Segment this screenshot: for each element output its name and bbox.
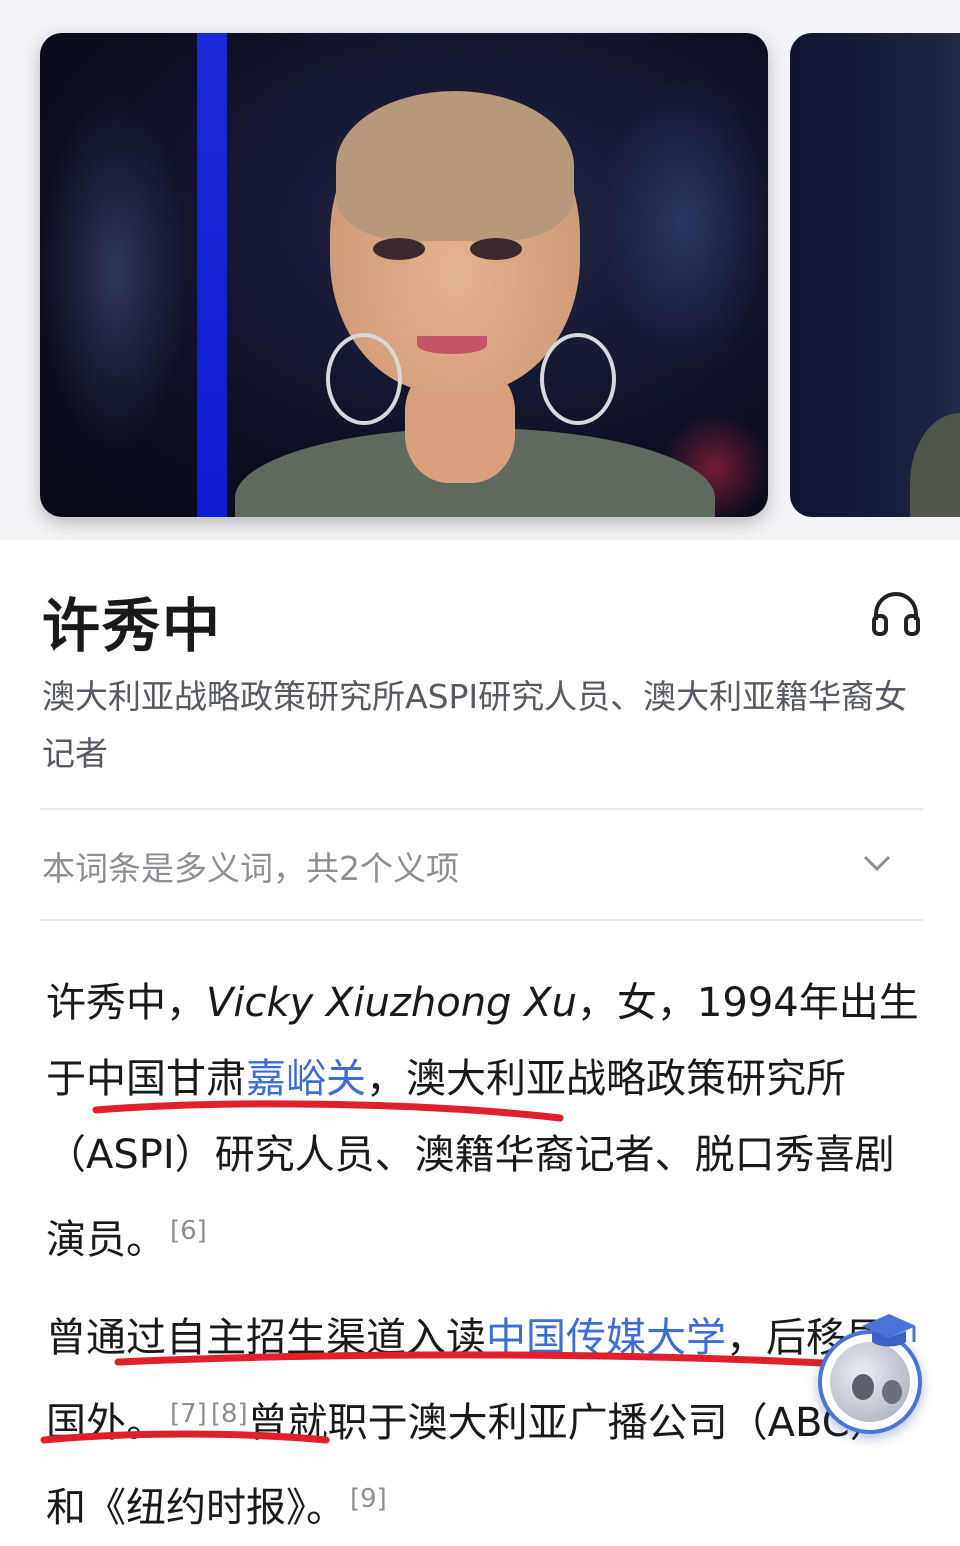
photo-eye xyxy=(470,238,522,260)
link-jiayuguan[interactable]: 嘉峪关 xyxy=(246,1056,366,1102)
citation-ref[interactable]: [6] xyxy=(170,1216,207,1246)
divider xyxy=(40,808,923,810)
gallery-photo-next[interactable] xyxy=(790,33,960,517)
entry-subtitle: 澳大利亚战略政策研究所ASPI研究人员、澳大利亚籍华裔女记者 xyxy=(42,677,908,773)
link-cuc[interactable]: 中国传媒大学 xyxy=(486,1315,726,1361)
photo-mouth xyxy=(417,336,487,354)
paragraph-text: 曾通过自主招生渠道入读 xyxy=(46,1315,486,1361)
photo-background-stripe xyxy=(197,33,227,517)
background-paragraph: 曾通过自主招生渠道入读中国传媒大学，后移居国外。 [7] [8]曾就职于澳大利亚广播… xyxy=(46,1300,921,1546)
gallery-photo-main[interactable] xyxy=(40,33,768,517)
photo-background xyxy=(600,73,768,373)
entry-title: 许秀中 xyxy=(42,592,223,660)
entry-card: 许秀中 澳大利亚战略政策研究所ASPI研究人员、澳大利亚籍华裔女记者 本词条是多… xyxy=(0,540,960,1546)
graduation-cap-icon xyxy=(862,1314,916,1347)
photo-head xyxy=(336,91,574,241)
headphones-icon[interactable] xyxy=(870,588,922,636)
polysemy-notice[interactable]: 本词条是多义词，共2个义项 xyxy=(42,842,459,890)
avatar-figure xyxy=(882,1380,902,1404)
photo-earring xyxy=(326,333,402,425)
intro-paragraph: 许秀中，Vicky Xiuzhong Xu，女，1994年出生于中国甘肃嘉峪关，… xyxy=(46,965,921,1278)
citation-ref[interactable]: [8] xyxy=(211,1399,248,1429)
english-name: Vicky Xiuzhong Xu xyxy=(206,980,577,1026)
photo-background xyxy=(40,93,190,453)
citation-ref[interactable]: [7] xyxy=(170,1399,207,1429)
photo-earring xyxy=(540,333,616,425)
photo-shoulder xyxy=(910,413,960,517)
assistant-avatar xyxy=(830,1342,910,1422)
avatar-figure xyxy=(852,1374,874,1400)
chevron-down-icon[interactable] xyxy=(860,848,894,878)
image-gallery[interactable] xyxy=(0,0,960,540)
photo-eye xyxy=(373,238,425,260)
paragraph-text: 许秀中， xyxy=(46,980,206,1026)
citation-ref[interactable]: [9] xyxy=(350,1484,387,1514)
divider xyxy=(40,919,923,921)
